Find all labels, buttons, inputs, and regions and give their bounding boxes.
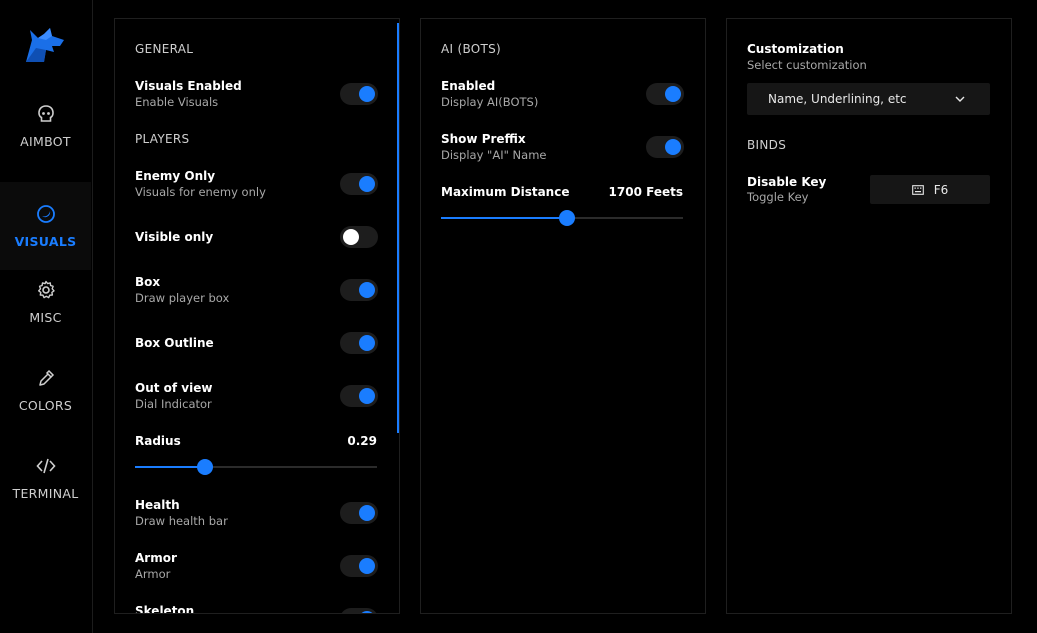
customization-panel: Customization Select customization Name,… bbox=[726, 18, 1012, 614]
box-outline-toggle[interactable] bbox=[340, 332, 378, 354]
nav-item-aimbot[interactable]: AIMBOT bbox=[0, 82, 91, 170]
box-title: Box bbox=[135, 275, 161, 289]
eyedropper-icon bbox=[38, 369, 54, 386]
ai-section-title: AI (BOTS) bbox=[441, 42, 502, 56]
binds-section-title: BINDS bbox=[747, 138, 787, 152]
skeleton-title: Skeleton bbox=[135, 604, 195, 614]
nav-item-colors[interactable]: COLORS bbox=[0, 346, 91, 434]
nav-item-terminal[interactable]: TERMINAL bbox=[0, 434, 91, 522]
nav-label-colors: COLORS bbox=[18, 397, 73, 413]
radius-value: 0.29 bbox=[347, 434, 377, 448]
show-prefix-title: Show Preffix bbox=[441, 132, 526, 146]
wolf-logo-icon bbox=[26, 28, 64, 62]
toggle-knob bbox=[359, 558, 375, 574]
enemy-only-sub: Visuals for enemy only bbox=[135, 185, 266, 199]
customization-title: Customization bbox=[747, 42, 844, 56]
nav-label-terminal: TERMINAL bbox=[12, 485, 79, 501]
box-sub: Draw player box bbox=[135, 291, 230, 305]
slider-thumb[interactable] bbox=[197, 459, 214, 475]
scrollbar[interactable] bbox=[397, 23, 399, 433]
out-of-view-sub: Dial Indicator bbox=[135, 397, 212, 411]
max-distance-slider[interactable] bbox=[441, 210, 683, 226]
out-of-view-title: Out of view bbox=[135, 381, 213, 395]
toggle-knob bbox=[359, 388, 375, 404]
disable-key-button[interactable]: F6 bbox=[870, 175, 990, 204]
nav-item-misc[interactable]: MISC bbox=[0, 258, 91, 346]
nav-item-visuals[interactable]: VISUALS bbox=[0, 182, 91, 270]
armor-sub: Armor bbox=[135, 567, 171, 581]
sidebar: AIMBOT VISUALS MISC COLORS TERMINAL bbox=[0, 0, 93, 633]
gear-icon bbox=[37, 280, 55, 298]
customization-dropdown[interactable]: Name, Underlining, etc bbox=[747, 83, 990, 115]
dropdown-value: Name, Underlining, etc bbox=[768, 92, 907, 106]
visible-only-toggle[interactable] bbox=[340, 226, 378, 248]
toggle-knob bbox=[359, 176, 375, 192]
show-prefix-sub: Display "AI" Name bbox=[441, 148, 547, 162]
toggle-knob bbox=[359, 282, 375, 298]
toggle-knob bbox=[359, 505, 375, 521]
disable-key-title: Disable Key bbox=[747, 175, 827, 189]
visuals-enabled-toggle[interactable] bbox=[340, 83, 378, 105]
armor-toggle[interactable] bbox=[340, 555, 378, 577]
health-title: Health bbox=[135, 498, 180, 512]
slider-fill bbox=[441, 217, 567, 219]
general-panel: GENERAL Visuals Enabled Enable Visuals P… bbox=[114, 18, 400, 614]
max-distance-title: Maximum Distance bbox=[441, 185, 570, 199]
toggle-knob bbox=[665, 139, 681, 155]
ai-panel: AI (BOTS) Enabled Display AI(BOTS) Show … bbox=[420, 18, 706, 614]
max-distance-value: 1700 Feets bbox=[608, 185, 683, 199]
disable-key-sub: Toggle Key bbox=[747, 190, 809, 204]
code-icon bbox=[35, 458, 56, 473]
ai-enabled-title: Enabled bbox=[441, 79, 496, 93]
slider-fill bbox=[135, 466, 206, 468]
show-prefix-toggle[interactable] bbox=[646, 136, 684, 158]
radius-title: Radius bbox=[135, 434, 181, 448]
enemy-only-title: Enemy Only bbox=[135, 169, 216, 183]
out-of-view-toggle[interactable] bbox=[340, 385, 378, 407]
customization-sub: Select customization bbox=[747, 58, 867, 72]
box-outline-title: Box Outline bbox=[135, 336, 214, 350]
toggle-knob bbox=[343, 229, 359, 245]
players-section-title: PLAYERS bbox=[135, 132, 190, 146]
skull-icon bbox=[37, 104, 54, 122]
toggle-knob bbox=[359, 611, 375, 613]
ai-enabled-toggle[interactable] bbox=[646, 83, 684, 105]
nav-label-visuals: VISUALS bbox=[14, 233, 77, 249]
health-toggle[interactable] bbox=[340, 502, 378, 524]
chevron-down-icon bbox=[955, 96, 965, 102]
toggle-knob bbox=[665, 86, 681, 102]
nav-label-misc: MISC bbox=[29, 309, 62, 325]
toggle-knob bbox=[359, 335, 375, 351]
nav-label-aimbot: AIMBOT bbox=[20, 133, 71, 149]
skeleton-toggle[interactable] bbox=[340, 608, 378, 613]
visuals-enabled-title: Visuals Enabled bbox=[135, 79, 242, 93]
box-toggle[interactable] bbox=[340, 279, 378, 301]
disable-key-value: F6 bbox=[933, 182, 949, 197]
radius-slider[interactable] bbox=[135, 459, 377, 475]
visuals-enabled-sub: Enable Visuals bbox=[135, 95, 219, 109]
keyboard-icon bbox=[911, 184, 924, 195]
enemy-only-toggle[interactable] bbox=[340, 173, 378, 195]
slider-thumb[interactable] bbox=[558, 210, 575, 226]
general-section-title: GENERAL bbox=[135, 42, 194, 56]
toggle-knob bbox=[359, 86, 375, 102]
health-sub: Draw health bar bbox=[135, 514, 228, 528]
armor-title: Armor bbox=[135, 551, 177, 565]
moon-icon bbox=[36, 204, 55, 223]
ai-enabled-sub: Display AI(BOTS) bbox=[441, 95, 539, 109]
visible-only-title: Visible only bbox=[135, 230, 214, 244]
